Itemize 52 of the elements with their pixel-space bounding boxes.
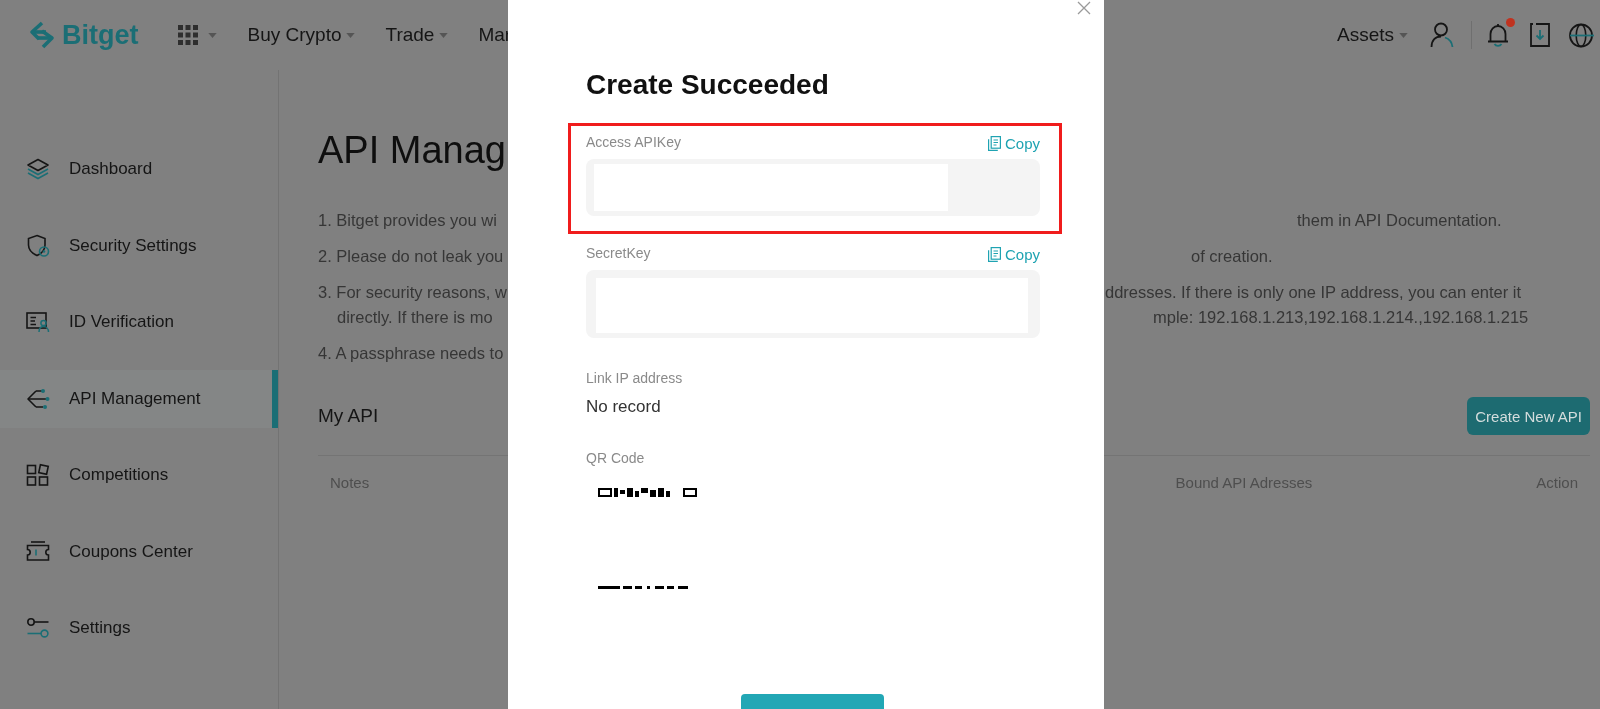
field-label: Access APIKey: [586, 133, 681, 152]
dialog-title: Create Succeeded: [586, 68, 829, 102]
assets-menu-item[interactable]: Assets: [1336, 24, 1408, 46]
note-text: 4. A passphrase needs to: [318, 343, 504, 364]
nav-menu-item[interactable]: Trade: [385, 24, 449, 46]
sidebar-item[interactable]: API Management: [0, 369, 278, 428]
close-icon[interactable]: [1077, 1, 1091, 15]
logo-icon: [28, 21, 56, 49]
sidebar-item[interactable]: Settings: [0, 599, 278, 657]
copy-icon: [987, 136, 1001, 151]
copy-icon: [987, 247, 1001, 262]
caret-icon: [1399, 32, 1408, 38]
section-title: My API: [318, 404, 379, 428]
sidebar-item[interactable]: Security Settings: [0, 216, 278, 275]
sidebar-item[interactable]: Coupons Center: [0, 522, 278, 581]
sidebar-item[interactable]: ID Verification: [0, 293, 278, 351]
globe-icon[interactable]: [1569, 22, 1594, 48]
nav-menu-item[interactable]: Mar: [478, 24, 512, 46]
note-text: of creation.: [1191, 246, 1273, 267]
shield-icon: [26, 233, 50, 258]
id-card-icon: [26, 310, 50, 334]
field-label: QR Code: [586, 449, 645, 468]
copy-button[interactable]: Copy: [987, 133, 1040, 154]
note-text: 1. Bitget provides you wi: [318, 210, 497, 231]
note-text: directly. If there is mo: [337, 307, 493, 328]
copy-button[interactable]: Copy: [987, 244, 1040, 265]
caret-icon: [346, 32, 356, 38]
note-text: them in API Documentation.: [1297, 210, 1502, 231]
caret-icon: [439, 32, 449, 38]
apps-menu-button[interactable]: [177, 25, 217, 45]
create-api-button[interactable]: Create New API: [1467, 397, 1590, 435]
download-icon[interactable]: [1530, 23, 1550, 47]
note-text: mple: 192.168.1.213,192.168.1.214.,192.168.1.215: [1153, 307, 1529, 328]
ticket-icon: [26, 539, 50, 564]
field-label: Link IP address: [586, 369, 683, 388]
note-text: 2. Please do not leak you: [318, 246, 504, 267]
note-text: ddresses. If there is only one IP address, you can enter it: [1105, 282, 1522, 303]
note-text: 3. For security reasons, w: [318, 282, 507, 303]
sliders-icon: [26, 616, 50, 640]
field-label: SecretKey: [586, 244, 651, 263]
caret-icon: [207, 32, 217, 38]
user-icon[interactable]: [1430, 22, 1456, 48]
grid-icon: [177, 25, 198, 45]
sidebar-item[interactable]: Competitions: [0, 446, 278, 504]
nav-menu-item[interactable]: Buy Crypto: [247, 24, 356, 46]
field-value: No record: [586, 396, 661, 418]
squares-icon: [26, 463, 50, 487]
sidebar-item[interactable]: Dashboard: [0, 140, 278, 198]
bell-icon[interactable]: [1487, 23, 1509, 47]
layers-icon: [26, 157, 50, 181]
page-title: API Manag: [318, 128, 506, 173]
fork-arrow-icon: [26, 386, 50, 411]
